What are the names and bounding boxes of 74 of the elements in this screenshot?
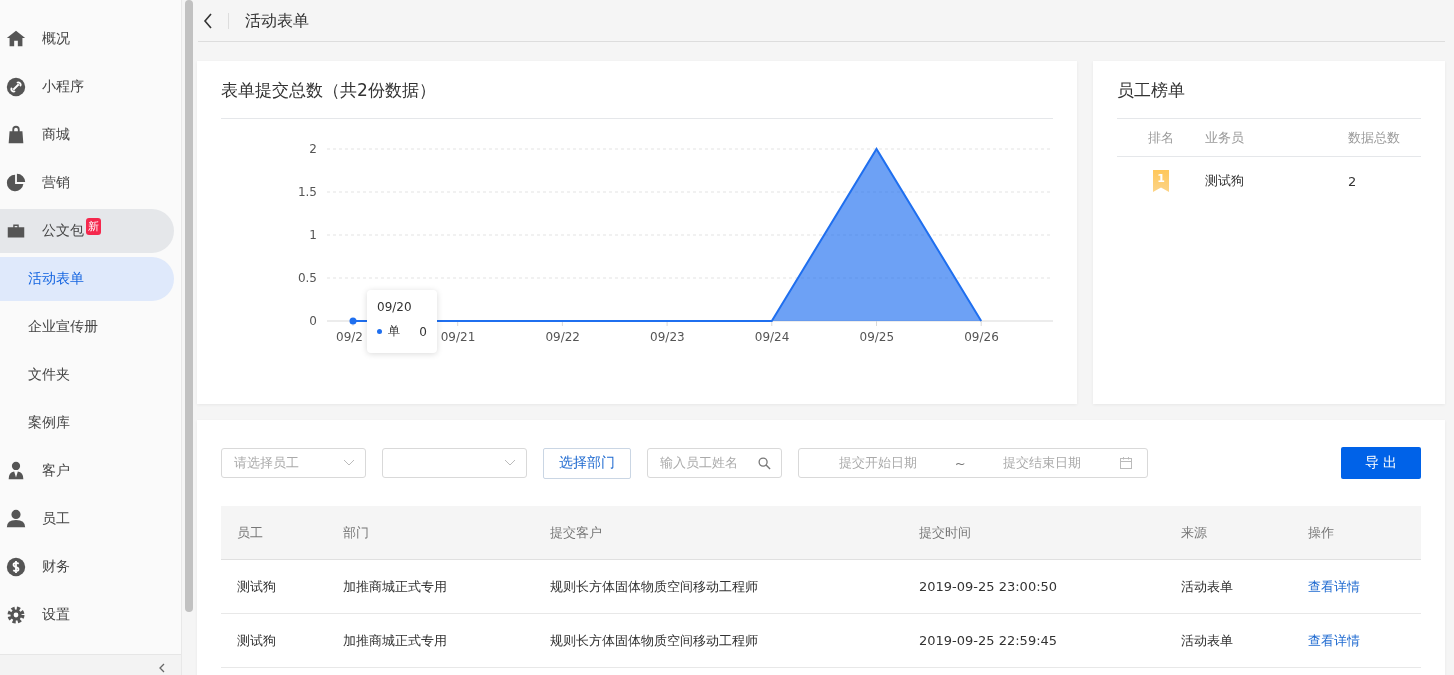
rank-ribbon: 1 bbox=[1153, 170, 1169, 192]
ranking-title: 员工榜单 bbox=[1117, 61, 1421, 119]
table-cell-text: 加推商城正式专用 bbox=[343, 631, 448, 650]
y-tick-label: 0 bbox=[309, 314, 317, 328]
y-tick-label: 1 bbox=[309, 228, 317, 242]
x-tick-label: 09/25 bbox=[859, 330, 895, 344]
sidebar-item[interactable]: 概况 bbox=[0, 17, 174, 61]
column-header: 来源 bbox=[1181, 523, 1208, 542]
column-header: 数据总数 bbox=[1348, 128, 1401, 147]
sidebar-item[interactable]: 商城 bbox=[0, 113, 174, 157]
view-details-link[interactable]: 查看详情 bbox=[1308, 631, 1421, 650]
x-tick-label: 09/2 bbox=[336, 330, 363, 344]
table-cell-text: 测试狗 bbox=[1205, 172, 1245, 190]
table-cell-text: 规则长方体固体物质空间移动工程师 bbox=[550, 631, 759, 650]
new-badge: 新 bbox=[86, 218, 101, 235]
sidebar-item[interactable]: 小程序 bbox=[0, 65, 174, 109]
range-separator: ~ bbox=[954, 455, 966, 471]
column-header: 部门 bbox=[343, 523, 370, 542]
column-header: 员工 bbox=[237, 523, 264, 542]
pie-icon bbox=[5, 172, 27, 194]
settings-icon bbox=[5, 604, 27, 626]
chevron-down-icon bbox=[343, 459, 355, 467]
sidebar-item[interactable]: 财务 bbox=[0, 545, 174, 589]
sidebar-item[interactable]: 员工 bbox=[0, 497, 174, 541]
table-cell-text: 2 bbox=[1348, 173, 1358, 189]
table-cell-text: 活动表单 bbox=[1181, 577, 1234, 596]
sidebar-item[interactable]: 营销 bbox=[0, 161, 174, 205]
column-header: 业务员 bbox=[1205, 128, 1245, 147]
sidebar-subitem[interactable]: 企业宣传册 bbox=[0, 305, 174, 349]
x-tick-label: 09/26 bbox=[964, 330, 999, 344]
tooltip-series: 单 bbox=[388, 323, 401, 340]
column-header: 提交时间 bbox=[919, 523, 972, 542]
x-tick-label: 09/23 bbox=[650, 330, 685, 344]
data-point bbox=[349, 317, 357, 325]
series-dot bbox=[377, 329, 382, 334]
view-details-link[interactable]: 查看详情 bbox=[1308, 577, 1421, 596]
y-tick-label: 2 bbox=[309, 142, 317, 156]
y-tick-label: 0.5 bbox=[297, 271, 317, 285]
calendar-icon bbox=[1118, 456, 1133, 470]
tooltip-date: 09/20 bbox=[377, 300, 413, 314]
y-tick-label: 1.5 bbox=[297, 185, 317, 199]
chevron-down-icon bbox=[504, 459, 516, 467]
sidebar-subitem[interactable]: 活动表单 bbox=[0, 257, 174, 301]
search-icon bbox=[758, 456, 771, 470]
table-cell-text: 2019-09-25 23:00:50 bbox=[919, 579, 1059, 594]
table-cell-text: 加推商城正式专用 bbox=[343, 577, 448, 596]
table-cell-text: 规则长方体固体物质空间移动工程师 bbox=[550, 577, 759, 596]
select-department-button[interactable]: 选择部门 bbox=[543, 447, 631, 479]
table-cell-text: 2019-09-25 22:59:45 bbox=[919, 633, 1059, 648]
sidebar-item[interactable]: 客户 bbox=[0, 449, 174, 493]
collapse-icon[interactable] bbox=[157, 663, 167, 673]
scrollbar[interactable] bbox=[185, 0, 193, 612]
export-button[interactable]: 导 出 bbox=[1341, 447, 1421, 479]
x-tick-label: 09/24 bbox=[754, 330, 790, 344]
page-title: 活动表单 bbox=[228, 12, 309, 29]
tooltip-value: 0 bbox=[419, 324, 427, 339]
sidebar-item[interactable]: 设置 bbox=[0, 593, 174, 637]
sidebar-subitem[interactable]: 文件夹 bbox=[0, 353, 174, 397]
dollar-icon bbox=[5, 556, 27, 578]
sidebar-subitem[interactable]: 案例库 bbox=[0, 401, 174, 445]
table-cell-text: 测试狗 bbox=[237, 631, 277, 650]
sidebar-item[interactable]: 公文包 新 bbox=[0, 209, 174, 253]
x-tick-label: 09/21 bbox=[440, 330, 476, 344]
table-cell-text: 活动表单 bbox=[1181, 631, 1234, 650]
column-header: 排名 bbox=[1147, 128, 1175, 147]
column-header: 操作 bbox=[1308, 523, 1335, 542]
back-icon[interactable] bbox=[203, 12, 213, 29]
column-header: 提交客户 bbox=[550, 523, 603, 542]
link-icon bbox=[5, 76, 27, 98]
x-tick-label: 09/22 bbox=[545, 330, 580, 344]
table-cell-text: 测试狗 bbox=[237, 577, 277, 596]
date-range-field[interactable]: 提交开始日期 ~ 提交结束日期 bbox=[798, 448, 1148, 478]
person-icon bbox=[5, 508, 27, 530]
chart-title: 表单提交总数（共2份数据） bbox=[221, 61, 1053, 119]
